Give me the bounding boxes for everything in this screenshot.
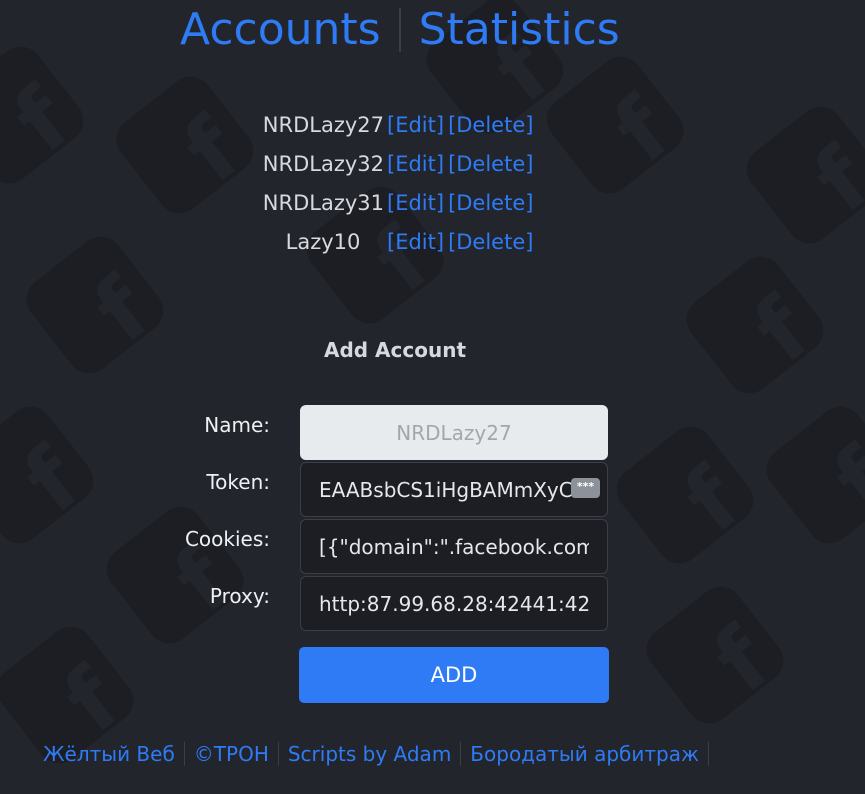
add-account-title: Add Account (323, 338, 467, 362)
account-actions: [Edit] [Delete] (387, 149, 537, 179)
delete-account-link[interactable]: [Delete] (448, 230, 533, 254)
name-row: Name: (0, 405, 865, 462)
edit-account-link[interactable]: [Edit] (387, 191, 444, 215)
edit-account-link[interactable]: [Edit] (387, 113, 444, 137)
account-row: NRDLazy32 [Edit] [Delete] (0, 149, 865, 188)
token-row: Token: *** (0, 462, 865, 519)
delete-account-link[interactable]: [Delete] (448, 113, 533, 137)
proxy-label: Proxy: (209, 584, 270, 608)
account-row: NRDLazy31 [Edit] [Delete] (0, 188, 865, 227)
name-input[interactable] (300, 405, 608, 460)
account-row: NRDLazy27 [Edit] [Delete] (0, 110, 865, 149)
footer-link[interactable]: Жёлтый Веб (43, 742, 175, 766)
proxy-row: Proxy: (0, 576, 865, 633)
account-actions: [Edit] [Delete] (387, 188, 537, 218)
accounts-list: NRDLazy27 [Edit] [Delete] NRDLazy32 [Edit… (0, 110, 865, 266)
footer-separator (183, 742, 185, 766)
password-manager-icon[interactable]: *** (571, 478, 600, 498)
cookies-row: Cookies: (0, 519, 865, 576)
account-row: Lazy10 [Edit] [Delete] (0, 227, 865, 266)
footer-link[interactable]: Бородатый арбитраж (470, 742, 699, 766)
name-label: Name: (204, 413, 270, 437)
add-account-button[interactable]: ADD (299, 647, 609, 703)
footer-link[interactable]: ©ТРОН (194, 742, 269, 766)
accounts-page: Accounts Statistics NRDLazy27 [Edit] [Del… (0, 0, 865, 794)
token-label: Token: (206, 470, 270, 494)
token-input[interactable] (300, 462, 608, 517)
footer: Жёлтый Веб ©ТРОН Scripts by Adam Бородат… (43, 742, 718, 766)
cookies-input[interactable] (300, 519, 608, 574)
cookies-label: Cookies: (184, 527, 270, 551)
account-actions: [Edit] [Delete] (387, 227, 537, 257)
nav-statistics-link[interactable]: Statistics (419, 2, 620, 58)
footer-separator (460, 742, 462, 766)
account-actions: [Edit] [Delete] (387, 110, 537, 140)
nav-separator (398, 8, 401, 52)
edit-account-link[interactable]: [Edit] (387, 230, 444, 254)
footer-separator (277, 742, 279, 766)
account-name: NRDLazy32 (262, 152, 384, 176)
account-name: Lazy10 (285, 230, 361, 254)
account-name: NRDLazy27 (262, 113, 384, 137)
delete-account-link[interactable]: [Delete] (448, 152, 533, 176)
footer-separator (707, 742, 709, 766)
nav-accounts-link[interactable]: Accounts (180, 2, 381, 58)
account-name: NRDLazy31 (262, 191, 384, 215)
proxy-input[interactable] (300, 576, 608, 631)
delete-account-link[interactable]: [Delete] (448, 191, 533, 215)
top-nav: Accounts Statistics (180, 2, 620, 58)
edit-account-link[interactable]: [Edit] (387, 152, 444, 176)
footer-link[interactable]: Scripts by Adam (288, 742, 451, 766)
